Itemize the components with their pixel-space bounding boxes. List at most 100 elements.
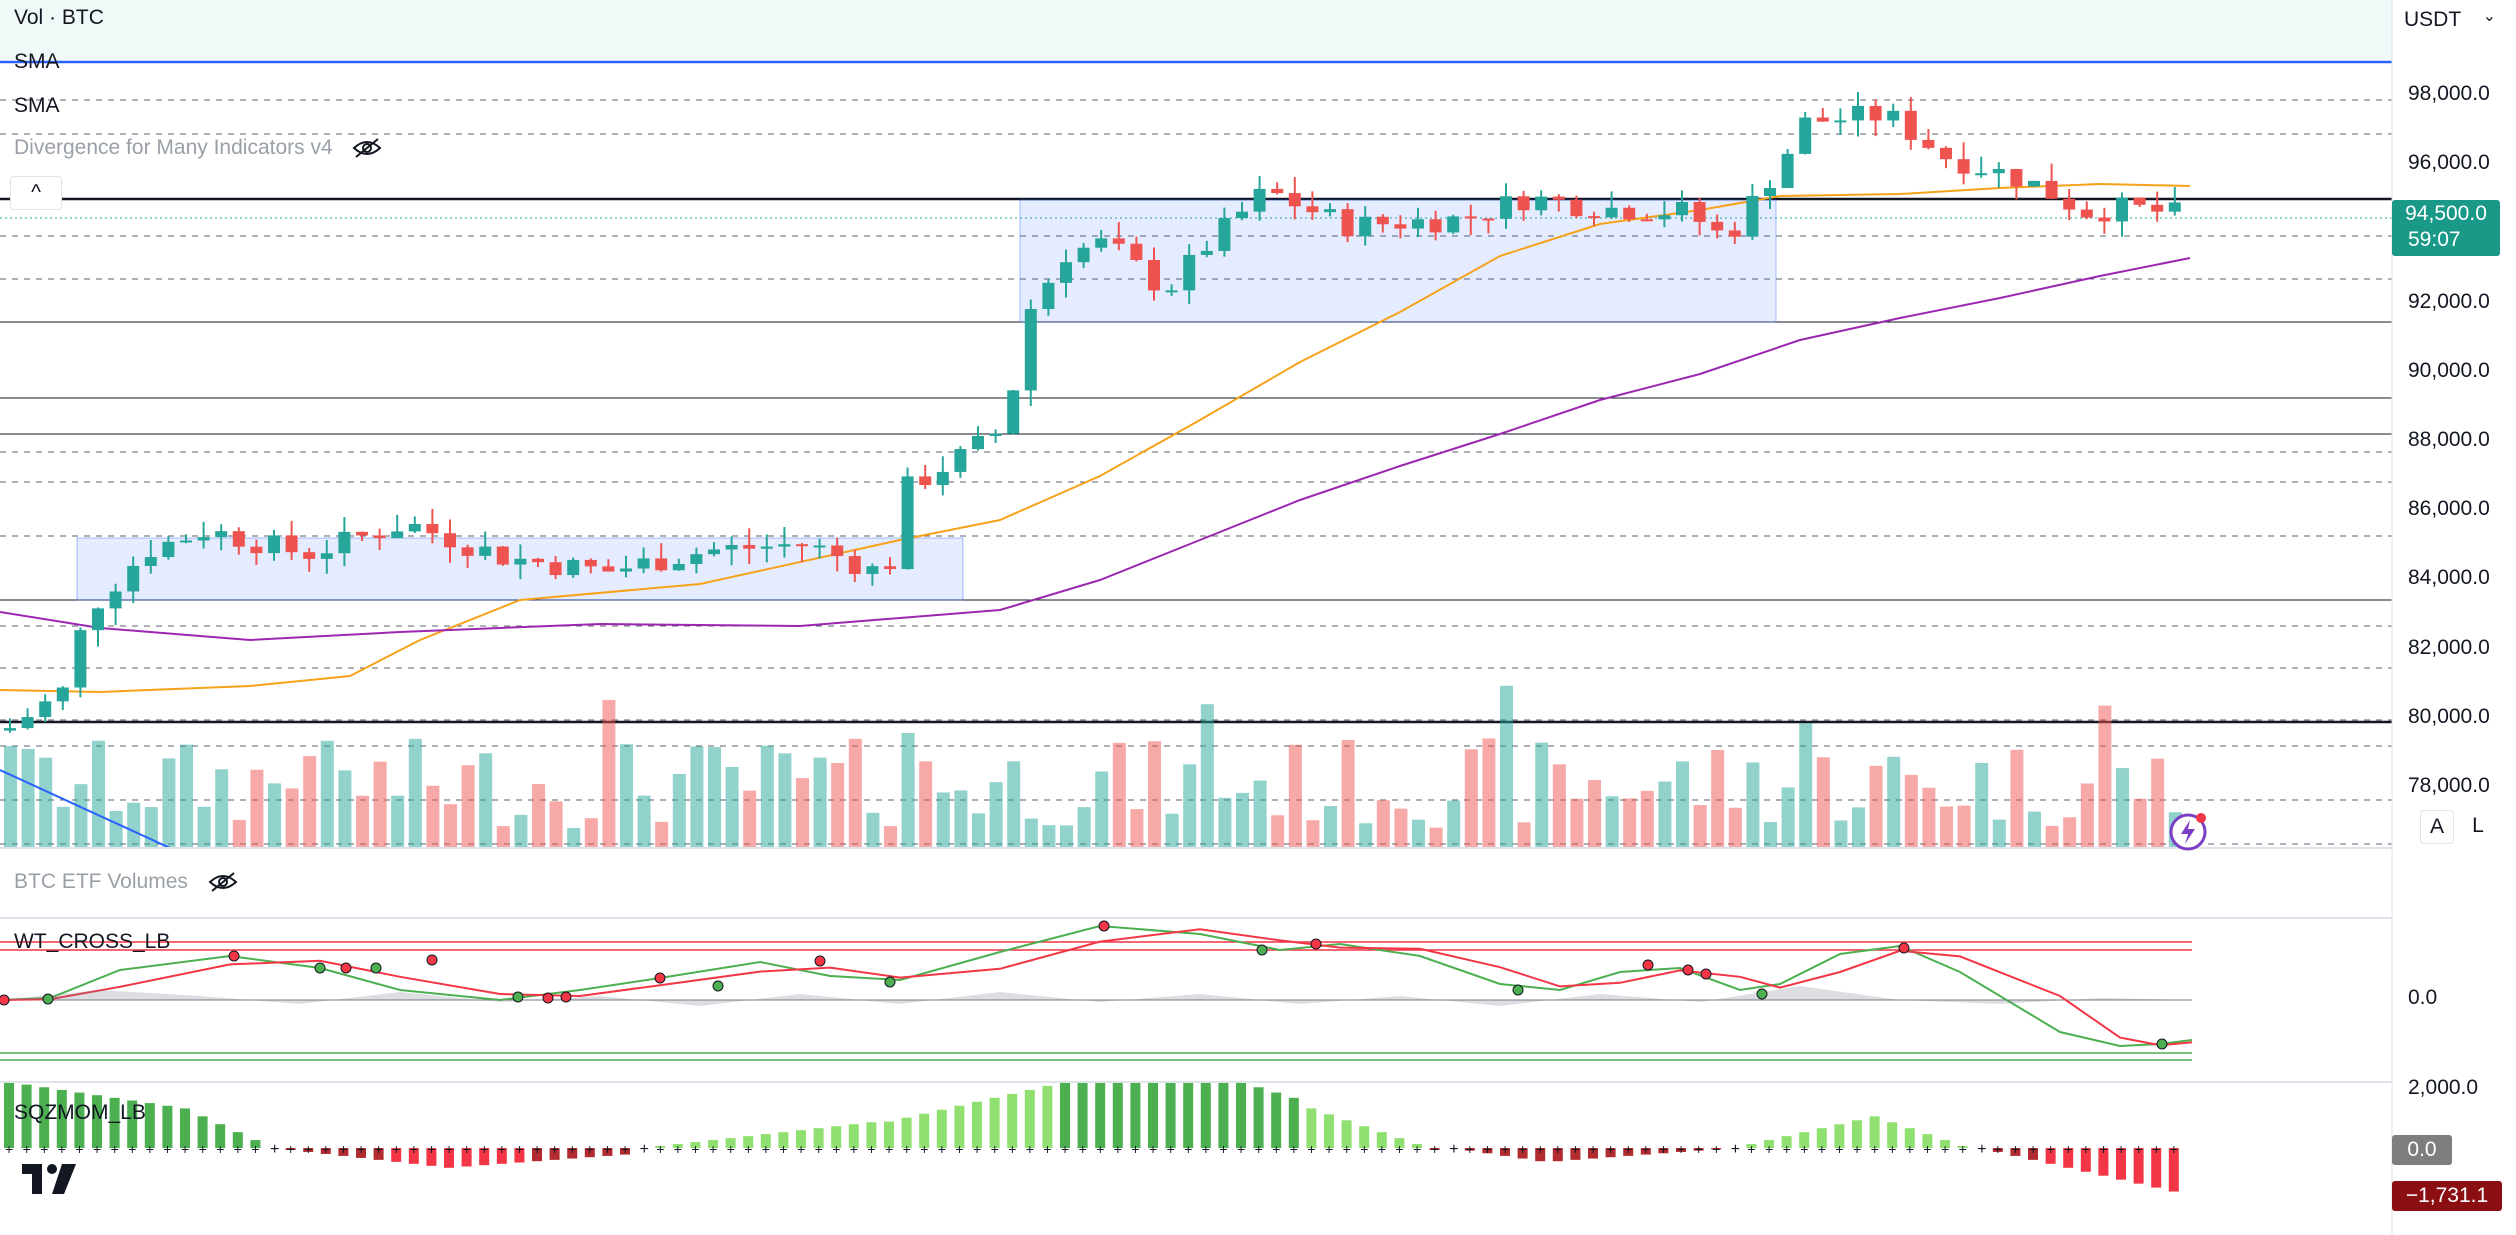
wt-cross-dot xyxy=(314,962,326,974)
wt-cross-dot xyxy=(1310,938,1322,950)
candle-body xyxy=(778,544,791,547)
candle-body xyxy=(1060,262,1072,283)
sqz-zero-cross: + xyxy=(1765,1141,1773,1157)
volume-bar xyxy=(2063,817,2077,848)
price-axis-label: 84,000.0 xyxy=(2408,566,2490,590)
currency-select[interactable]: USDT ⌄ xyxy=(2400,2,2510,38)
sqz-zero-cross: + xyxy=(1994,1141,2002,1157)
sqz-zero-cross: + xyxy=(1959,1141,1967,1157)
candle-body xyxy=(1165,290,1178,293)
sqz-zero-cross: + xyxy=(2135,1141,2143,1157)
candle-body xyxy=(1588,216,1600,219)
volume-bar xyxy=(1324,806,1337,848)
wt-cross-label[interactable]: WT_CROSS_LB xyxy=(14,930,170,954)
volume-bar xyxy=(1306,820,1320,848)
sqz-zero-cross: + xyxy=(691,1141,699,1157)
sqzmom-label[interactable]: SQZMOM_LB xyxy=(14,1101,146,1125)
log-scale-button[interactable]: L xyxy=(2462,810,2494,842)
wt-cross-dot xyxy=(1256,944,1268,956)
candle-body xyxy=(796,544,808,547)
pair-label[interactable]: Vol · BTC xyxy=(14,6,104,30)
volume-bar xyxy=(1623,798,1637,848)
sqz-zero-cross: + xyxy=(1554,1141,1562,1157)
wt-cross-dot xyxy=(1682,964,1694,976)
sqz-zero-cross: + xyxy=(375,1141,383,1157)
auto-scale-button[interactable]: A xyxy=(2420,810,2454,844)
wt-cross-dot xyxy=(884,976,896,988)
candle-body xyxy=(708,549,720,555)
sqz-zero-cross: + xyxy=(1712,1141,1720,1157)
sqz-zero-cross: + xyxy=(463,1141,471,1157)
candle-body xyxy=(2151,204,2164,212)
volume-bar xyxy=(180,744,193,848)
sqz-zero-cross: + xyxy=(339,1141,347,1157)
volume-bar xyxy=(1165,813,1179,848)
candle-body xyxy=(338,531,351,554)
sqz-zero-cross: + xyxy=(1184,1141,1192,1157)
sqz-zero-cross: + xyxy=(23,1141,31,1157)
volume-bar xyxy=(655,821,669,848)
sqz-zero-cross: + xyxy=(938,1141,946,1157)
candle-body xyxy=(1024,309,1037,391)
sqz-zero-cross: + xyxy=(1977,1141,1986,1158)
sma-1-label[interactable]: SMA xyxy=(14,50,60,74)
volume-bar xyxy=(1517,822,1531,848)
sma-2-label[interactable]: SMA xyxy=(14,94,60,118)
volume-bar xyxy=(1676,761,1689,848)
volume-bar xyxy=(232,819,246,848)
volume-bar xyxy=(848,738,862,848)
candle-body xyxy=(1658,215,1671,220)
volume-bar xyxy=(866,812,880,848)
sqz-bar xyxy=(4,1082,14,1148)
volume-bar xyxy=(215,769,229,848)
lightning-alert-icon[interactable] xyxy=(2168,810,2210,852)
etf-volumes-text: BTC ETF Volumes xyxy=(14,870,188,893)
candle-body xyxy=(39,701,52,718)
header-band xyxy=(0,0,2392,60)
candle-body xyxy=(1992,169,2005,174)
sqz-zero-cross: + xyxy=(128,1141,136,1157)
chart-stage[interactable]: + + + + + + + + + + + + + + + + + + + + + + + + + + + + + + + + + + + + + + + +… xyxy=(0,0,2516,1235)
sqz-zero-cross: + xyxy=(1202,1141,1210,1157)
volume-bar xyxy=(1605,796,1619,848)
candle-body xyxy=(901,476,914,570)
candle-body xyxy=(1781,153,1794,189)
hidden-eye-icon[interactable] xyxy=(208,871,238,893)
price-chart[interactable]: + + + + + + + + + + + + + + + + + + + + + + + + + + + + + + + + + + + + + + + +… xyxy=(0,0,2516,1235)
candle-body xyxy=(1975,173,1988,176)
sqz-zero-cross: + xyxy=(568,1141,576,1157)
volume-bar xyxy=(1887,756,1901,848)
candle-body xyxy=(408,524,421,532)
volume-bar xyxy=(989,782,1003,848)
candle-body xyxy=(496,546,509,565)
sqz-bar xyxy=(1271,1092,1282,1148)
sqz-zero-cross: + xyxy=(973,1141,981,1157)
collapse-button[interactable]: ^ xyxy=(10,176,62,210)
volume-bar xyxy=(461,765,475,848)
sqz-bar xyxy=(1095,1082,1106,1148)
candle-body xyxy=(320,553,333,559)
etf-volumes-label[interactable]: BTC ETF Volumes xyxy=(14,870,238,894)
price-axis-label: 92,000.0 xyxy=(2408,289,2490,313)
candle-body xyxy=(760,546,773,549)
volume-bar xyxy=(813,757,827,848)
volume-bar xyxy=(303,756,317,848)
candle-body xyxy=(532,558,544,563)
volume-bar xyxy=(584,818,598,848)
volume-bar xyxy=(1200,704,1214,848)
tradingview-logo-icon[interactable] xyxy=(22,1164,76,1194)
wt-red-line xyxy=(0,928,2193,1047)
sqz-zero-cross: + xyxy=(2152,1141,2160,1157)
candle-body xyxy=(1623,207,1636,220)
candle-body xyxy=(1957,159,1970,174)
divergence-indicator-label[interactable]: Divergence for Many Indicators v4 xyxy=(14,136,382,160)
candle-body xyxy=(813,545,826,548)
hidden-eye-icon[interactable] xyxy=(352,137,382,159)
sqz-zero-cross: + xyxy=(1378,1141,1386,1157)
candle-body xyxy=(232,531,245,547)
sqz-bar xyxy=(1060,1082,1070,1148)
candle-body xyxy=(1605,207,1618,218)
sqz-zero-cross: + xyxy=(1888,1141,1896,1157)
volume-bar xyxy=(127,802,141,848)
volume-bar xyxy=(1992,819,2006,848)
